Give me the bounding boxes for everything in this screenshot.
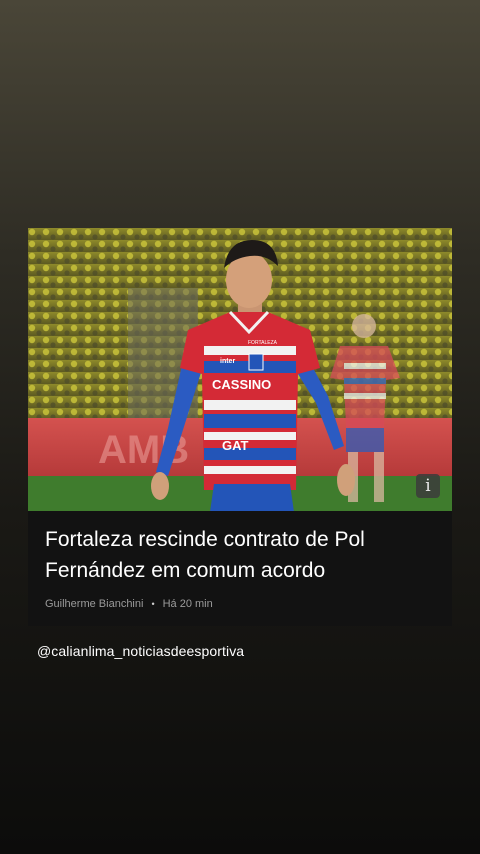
jersey-sponsor-main: CASSINO: [212, 377, 271, 392]
article-meta: Guilherme Bianchini • Há 20 min: [45, 598, 213, 610]
jersey-sponsor-secondary: GAT: [222, 438, 249, 453]
article-photo: AMB CASSINO GAT inter FORTALEZA: [28, 228, 452, 511]
article-time: Há 20 min: [162, 598, 213, 610]
jersey-sponsor-chest: inter: [220, 358, 235, 365]
player-photo-illustration: AMB CASSINO GAT inter FORTALEZA: [28, 228, 452, 511]
article-headline[interactable]: Fortaleza rescinde contrato de Pol Ferná…: [45, 524, 440, 586]
article-author: Guilherme Bianchini: [45, 598, 144, 610]
meta-separator: •: [151, 599, 155, 609]
story-mention-handle[interactable]: @calianlima_noticiasdeesportiva: [37, 643, 244, 659]
info-button[interactable]: i: [416, 474, 440, 498]
news-card[interactable]: AMB CASSINO GAT inter FORTALEZA i Fortal…: [28, 228, 452, 626]
jersey-club-name: FORTALEZA: [248, 340, 278, 346]
